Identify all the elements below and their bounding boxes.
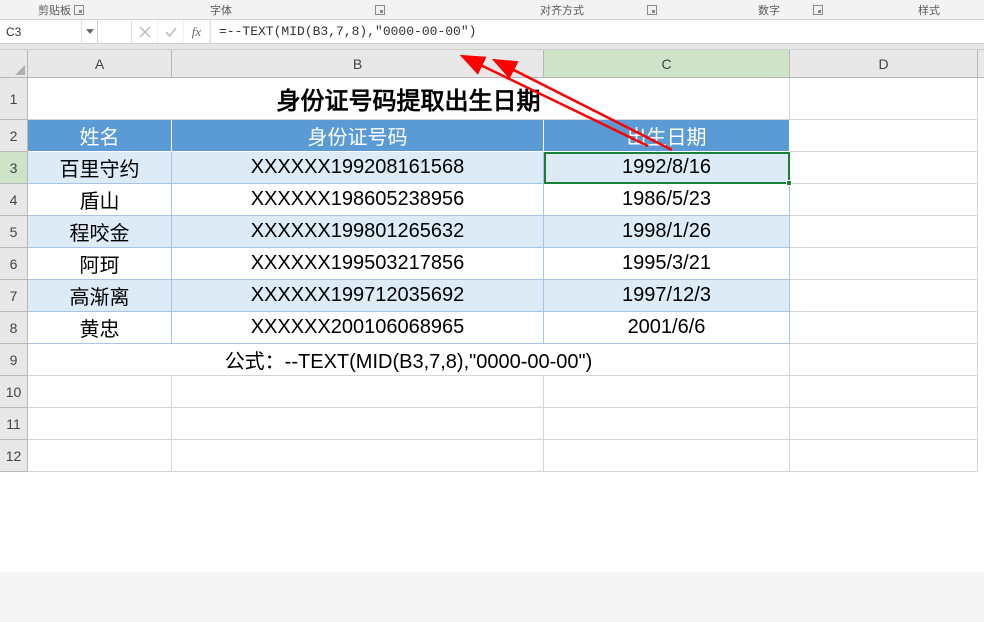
table-cell-id[interactable]: XXXXXX199801265632 [172,216,544,248]
table-cell-name[interactable]: 阿珂 [28,248,172,280]
column-headers: A B C D [28,50,984,78]
cell-C12[interactable] [544,440,790,472]
row-header-11[interactable]: 11 [0,408,28,440]
cell-D9[interactable] [790,344,978,376]
ribbon-group-styles: 样式 [918,2,940,18]
row-header-6[interactable]: 6 [0,248,28,280]
cell-D12[interactable] [790,440,978,472]
clipboard-dialog-launcher-icon[interactable] [74,5,84,15]
formula-bar-buttons: fx [132,20,210,43]
insert-function-button[interactable]: fx [184,20,210,43]
cell-B11[interactable] [172,408,544,440]
cell-B10[interactable] [172,376,544,408]
table-cell-id[interactable]: XXXXXX199208161568 [172,152,544,184]
row-header-2[interactable]: 2 [0,120,28,152]
table-cell-dob[interactable]: 1992/8/16 [544,152,790,184]
table-cell-name[interactable]: 程咬金 [28,216,172,248]
cell-D7[interactable] [790,280,978,312]
cell-A11[interactable] [28,408,172,440]
worksheet[interactable]: A B C D 1 2 3 4 5 6 7 8 9 10 11 12 身份证号码… [0,50,984,572]
table-cell-dob[interactable]: 2001/6/6 [544,312,790,344]
table-cell-name[interactable]: 黄忠 [28,312,172,344]
cell-D11[interactable] [790,408,978,440]
table-cell-name[interactable]: 盾山 [28,184,172,216]
cell-title[interactable]: 身份证号码提取出生日期 [28,78,790,120]
table-cell-name[interactable]: 高渐离 [28,280,172,312]
table-cell-id[interactable]: XXXXXX200106068965 [172,312,544,344]
cell-D2[interactable] [790,120,978,152]
alignment-dialog-launcher-icon[interactable] [647,5,657,15]
cell-D8[interactable] [790,312,978,344]
cell-D3[interactable] [790,152,978,184]
row-header-5[interactable]: 5 [0,216,28,248]
cell-formula-note[interactable]: 公式：--TEXT(MID(B3,7,8),"0000-00-00") [28,344,790,376]
cell-D4[interactable] [790,184,978,216]
col-header-C[interactable]: C [544,50,790,77]
cell-D6[interactable] [790,248,978,280]
row-header-12[interactable]: 12 [0,440,28,472]
cell-C11[interactable] [544,408,790,440]
ribbon-group-labels: 剪贴板 字体 对齐方式 数字 样式 [0,0,984,20]
row-header-7[interactable]: 7 [0,280,28,312]
table-cell-dob[interactable]: 1986/5/23 [544,184,790,216]
table-cell-dob[interactable]: 1998/1/26 [544,216,790,248]
name-box-container: C3 [0,20,98,43]
cell-D5[interactable] [790,216,978,248]
row-header-1[interactable]: 1 [0,78,28,120]
row-header-10[interactable]: 10 [0,376,28,408]
ribbon-group-font: 字体 [210,2,232,18]
formula-bar: C3 fx =--TEXT(MID(B3,7,8),"0000-00-00") [0,20,984,44]
row-header-4[interactable]: 4 [0,184,28,216]
row-headers: 1 2 3 4 5 6 7 8 9 10 11 12 [0,78,28,472]
row-header-9[interactable]: 9 [0,344,28,376]
table-cell-id[interactable]: XXXXXX199712035692 [172,280,544,312]
name-box[interactable]: C3 [0,25,81,39]
formula-input[interactable]: =--TEXT(MID(B3,7,8),"0000-00-00") [210,20,984,43]
col-header-B[interactable]: B [172,50,544,77]
table-cell-id[interactable]: XXXXXX198605238956 [172,184,544,216]
table-header-id[interactable]: 身份证号码 [172,120,544,152]
table-header-dob[interactable]: 出生日期 [544,120,790,152]
col-header-D[interactable]: D [790,50,978,77]
table-header-name[interactable]: 姓名 [28,120,172,152]
select-all-corner[interactable] [0,50,28,78]
cell-B12[interactable] [172,440,544,472]
cell-C10[interactable] [544,376,790,408]
row-header-3[interactable]: 3 [0,152,28,184]
ribbon-group-clipboard: 剪贴板 [38,2,71,18]
col-header-A[interactable]: A [28,50,172,77]
table-cell-name[interactable]: 百里守约 [28,152,172,184]
table-cell-id[interactable]: XXXXXX199503217856 [172,248,544,280]
name-box-dropdown[interactable] [81,20,97,43]
cancel-formula-button[interactable] [132,20,158,43]
table-cell-dob[interactable]: 1995/3/21 [544,248,790,280]
ribbon-group-alignment: 对齐方式 [540,2,584,18]
font-dialog-launcher-icon[interactable] [375,5,385,15]
ribbon-group-number: 数字 [758,2,780,18]
formula-bar-spacer [98,20,132,43]
table-cell-dob[interactable]: 1997/12/3 [544,280,790,312]
number-dialog-launcher-icon[interactable] [813,5,823,15]
cell-A10[interactable] [28,376,172,408]
cell-A12[interactable] [28,440,172,472]
cell-D1[interactable] [790,78,978,120]
row-header-8[interactable]: 8 [0,312,28,344]
cell-grid[interactable]: 身份证号码提取出生日期 姓名 身份证号码 出生日期 百里守约 XXXXXX199… [28,78,984,572]
cell-D10[interactable] [790,376,978,408]
enter-formula-button[interactable] [158,20,184,43]
